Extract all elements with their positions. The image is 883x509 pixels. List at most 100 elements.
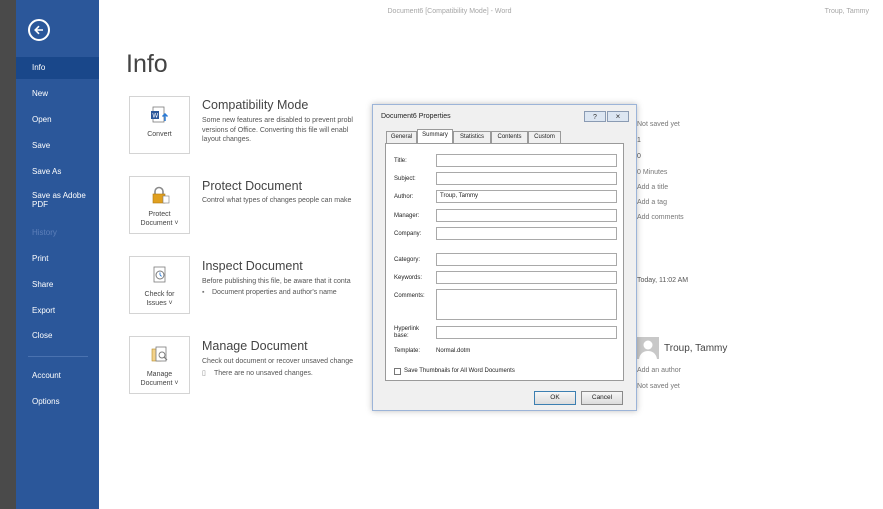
signed-in-user[interactable]: Troup, Tammy (825, 8, 869, 15)
nav-info[interactable]: Info (16, 57, 99, 79)
inspect-document-title: Inspect Document (202, 259, 303, 273)
property-comments[interactable]: Add comments (637, 214, 684, 221)
save-thumbnails-checkbox[interactable] (394, 368, 401, 375)
close-button[interactable]: × (607, 111, 629, 122)
manage-label-line-1: Manage (146, 371, 173, 378)
tab-statistics[interactable]: Statistics (453, 131, 491, 143)
nav-divider (28, 356, 88, 357)
inspect-label-line-1: Check for (144, 291, 175, 298)
manage-document-desc: Check out document or recover unsaved ch… (202, 358, 353, 365)
nav-save-as[interactable]: Save As (16, 161, 99, 183)
hyperlink-label-line-2: base: (394, 333, 409, 339)
document-icon: ▯ (202, 370, 206, 377)
manager-field[interactable] (436, 209, 617, 222)
author-field[interactable]: Troup, Tammy (436, 190, 617, 203)
svg-text:W: W (152, 113, 158, 120)
nav-save-as-pdf[interactable]: Save as Adobe PDF (16, 188, 86, 216)
property-size: Not saved yet (637, 121, 680, 128)
document-properties-dialog: Document6 Properties ? × General Summary… (372, 104, 637, 411)
protect-document-desc: Control what types of changes people can… (202, 197, 352, 204)
nav-open[interactable]: Open (16, 109, 99, 131)
last-modified-by: Not saved yet (637, 383, 680, 390)
property-pages: 1 (637, 137, 641, 144)
property-tags[interactable]: Add a tag (637, 199, 667, 206)
check-for-issues-button[interactable]: Check for Issues ˅ (129, 256, 190, 314)
title-field[interactable] (436, 154, 617, 167)
convert-button[interactable]: W Convert (129, 96, 190, 154)
keywords-field[interactable] (436, 271, 617, 284)
add-author-link[interactable]: Add an author (637, 367, 681, 374)
convert-icon: W (151, 106, 169, 123)
back-button[interactable] (28, 19, 50, 41)
help-button[interactable]: ? (584, 111, 606, 122)
hyperlink-base-field[interactable] (436, 326, 617, 339)
property-editing-time: 0 Minutes (637, 169, 668, 176)
tab-custom[interactable]: Custom (528, 131, 561, 143)
bullet-icon: ▪ (202, 289, 205, 296)
inspect-document-icon (153, 266, 166, 283)
nav-share[interactable]: Share (16, 274, 99, 296)
keywords-label: Keywords: (394, 275, 423, 281)
compat-mode-desc-3: layout changes. (202, 136, 252, 143)
manage-document-button[interactable]: Manage Document ˅ (129, 336, 190, 394)
property-title[interactable]: Add a title (637, 184, 668, 191)
inspect-document-desc: Before publishing this file, be aware th… (202, 278, 351, 285)
page-title: Info (126, 50, 168, 78)
manage-label-line-2: Document ˅ (140, 380, 179, 387)
tab-summary[interactable]: Summary (417, 129, 453, 143)
company-label: Company: (394, 231, 422, 237)
dialog-title: Document6 Properties (381, 113, 451, 120)
nav-save[interactable]: Save (16, 135, 99, 157)
manage-bullet-text: There are no unsaved changes. (214, 370, 313, 377)
manage-document-icon (151, 346, 168, 362)
protect-document-label: Protect Document ˅ (130, 210, 189, 228)
author-label: Author: (394, 194, 414, 200)
company-field[interactable] (436, 227, 617, 240)
protect-label-line-1: Protect (148, 211, 171, 218)
nav-options[interactable]: Options (16, 391, 99, 413)
summary-panel: Title: Subject: Author: Troup, Tammy Man… (385, 143, 624, 381)
nav-close[interactable]: Close (16, 325, 99, 347)
inspect-bullet: ▪ Document properties and author's name (202, 289, 337, 296)
title-label: Title: (394, 158, 407, 164)
save-thumbnails-label[interactable]: Save Thumbnails for All Word Documents (404, 368, 515, 374)
subject-label: Subject: (394, 176, 416, 182)
template-label: Template: (394, 348, 421, 354)
inspect-bullet-text: Document properties and author's name (212, 289, 337, 296)
property-created-date: Today, 11:02 AM (637, 277, 689, 284)
protect-document-button[interactable]: Protect Document ˅ (129, 176, 190, 234)
comments-label: Comments: (394, 293, 425, 299)
manage-document-title: Manage Document (202, 339, 308, 353)
manager-label: Manager: (394, 213, 420, 219)
hyperlink-base-label: Hyperlink base: (394, 326, 419, 340)
tab-general[interactable]: General (386, 131, 417, 143)
author-avatar (637, 337, 659, 359)
check-for-issues-label: Check for Issues ˅ (130, 290, 189, 308)
manage-document-label: Manage Document ˅ (130, 370, 189, 388)
manage-bullet: ▯ There are no unsaved changes. (202, 369, 313, 377)
word-backstage: Document6 [Compatibility Mode] - Word Tr… (16, 0, 883, 509)
tab-contents[interactable]: Contents (491, 131, 528, 143)
nav-print[interactable]: Print (16, 248, 99, 270)
category-field[interactable] (436, 253, 617, 266)
subject-field[interactable] (436, 172, 617, 185)
nav-account[interactable]: Account (16, 365, 99, 387)
category-label: Category: (394, 257, 421, 263)
protect-label-line-2: Document ˅ (140, 220, 179, 227)
compat-mode-desc-2: versions of Office. Converting this file… (202, 126, 349, 134)
property-words: 0 (637, 153, 641, 160)
lock-key-icon (152, 186, 170, 204)
cancel-button[interactable]: Cancel (581, 391, 623, 405)
arrow-left-icon (34, 25, 43, 35)
convert-label: Convert (147, 131, 172, 138)
nav-new[interactable]: New (16, 83, 99, 105)
ok-button[interactable]: OK (534, 391, 576, 405)
inspect-label-line-2: Issues ˅ (146, 300, 173, 307)
hyperlink-label-line-1: Hyperlink (394, 326, 420, 332)
compat-mode-title: Compatibility Mode (202, 98, 309, 112)
nav-export[interactable]: Export (16, 300, 99, 322)
comments-field[interactable] (436, 289, 617, 320)
author-name: Troup, Tammy (664, 343, 728, 354)
nav-history: History (32, 228, 57, 237)
title-bar: Document6 [Compatibility Mode] - Word Tr… (16, 0, 883, 24)
